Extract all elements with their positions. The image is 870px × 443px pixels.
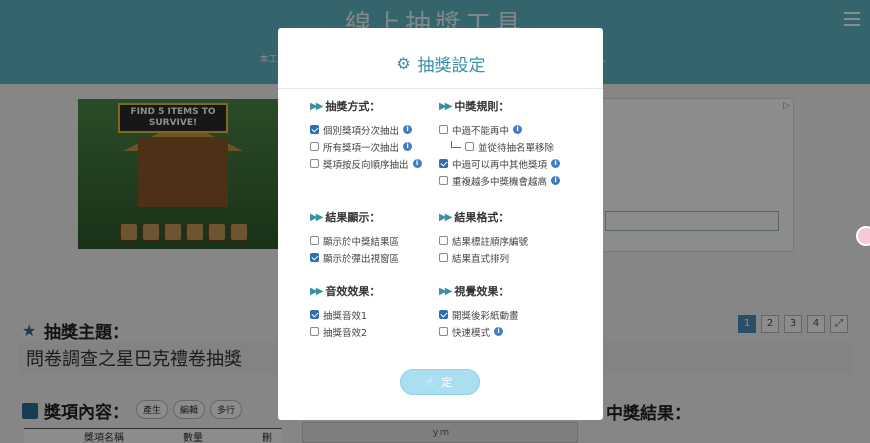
divider [278,88,603,89]
info-icon[interactable]: i [403,125,413,134]
checkbox[interactable] [310,236,319,245]
section-title: 音效效果： [325,285,381,298]
option-show-in-popup[interactable]: 顯示於彈出視窗區 [310,249,399,266]
section-title: 結果格式： [454,211,510,224]
section-title: 抽獎方式： [325,100,381,113]
result-format-section: ▶▶ 結果格式： 結果標註順序編號 結果直式排列 [439,209,528,266]
info-icon[interactable]: i [513,125,523,134]
checkbox[interactable] [439,159,448,168]
checkbox[interactable] [465,142,474,151]
double-arrow-icon: ▶▶ [439,285,452,297]
section-title: 視覺效果： [454,285,510,298]
option-label: 快速模式 [452,327,491,339]
gear-icon: ⚙ [396,53,411,73]
visual-section: ▶▶ 視覺效果： 開獎後彩紙動畫 快速模式 i [439,283,519,340]
double-arrow-icon: ▶▶ [439,211,452,223]
info-icon[interactable]: i [494,327,504,336]
option-win-other-prizes[interactable]: 中過可以再中其他獎項 i [439,155,561,172]
checkbox[interactable] [439,176,448,185]
option-vertical-results[interactable]: 結果直式排列 [439,249,528,266]
option-label: 重複越多中獎機會越高 [452,176,548,188]
option-label: 並從待抽名單移除 [478,142,555,154]
option-label: 結果直式排列 [452,253,510,265]
option-label: 個別獎項分次抽出 [323,125,400,137]
checkbox[interactable] [310,327,319,336]
checkbox[interactable] [310,253,319,262]
double-arrow-icon: ▶▶ [310,285,323,297]
option-confetti[interactable]: 開獎後彩紙動畫 [439,306,519,323]
floating-avatar[interactable] [856,226,870,246]
checkbox[interactable] [439,253,448,262]
option-number-results[interactable]: 結果標註順序編號 [439,232,528,249]
option-label: 顯示於中獎結果區 [323,236,400,248]
option-label: 顯示於彈出視窗區 [323,253,400,265]
option-sound-1[interactable]: 抽獎音效1 [310,306,380,323]
section-title: 中獎規則： [454,100,510,113]
option-sound-2[interactable]: 抽獎音效2 [310,323,380,340]
option-label: 中過不能再中 [452,125,510,137]
checkbox[interactable] [310,125,319,134]
result-display-section: ▶▶ 結果顯示： 顯示於中獎結果區 顯示於彈出視窗區 [310,209,399,266]
section-title: 結果顯示： [325,211,381,224]
option-remove-from-list[interactable]: 並從待抽名單移除 [439,138,560,155]
double-arrow-icon: ▶▶ [310,211,323,223]
modal-title-text: 抽獎設定 [417,56,486,76]
checkbox[interactable] [439,236,448,245]
sound-section: ▶▶ 音效效果： 抽獎音效1 抽獎音效2 [310,283,380,340]
option-label: 抽獎音效2 [323,327,368,339]
option-label: 中過可以再中其他獎項 [452,159,548,171]
option-label: 所有獎項一次抽出 [323,142,400,154]
option-label: 獎項按反向順序抽出 [323,159,409,171]
modal-title: ⚙ 抽獎設定 [278,51,603,76]
info-icon[interactable]: i [551,159,561,168]
option-all-at-once[interactable]: 所有獎項一次抽出 i [310,138,422,155]
option-label: 抽獎音效1 [323,310,368,322]
option-reverse-order[interactable]: 獎項按反向順序抽出 i [310,155,422,172]
checkbox[interactable] [310,310,319,319]
option-label: 開獎後彩紙動畫 [452,310,519,322]
info-icon[interactable]: i [551,176,561,185]
option-fast-mode[interactable]: 快速模式 i [439,323,519,340]
settings-modal: ⚙ 抽獎設定 ▶▶ 抽獎方式： 個別獎項分次抽出 i 所有獎項一次抽出 i 獎項按反向… [278,28,603,420]
confirm-button[interactable]: 定 [400,369,480,395]
option-no-repeat-win[interactable]: 中過不能再中 i [439,121,560,138]
double-arrow-icon: ▶▶ [310,100,323,112]
double-arrow-icon: ▶▶ [439,100,452,112]
info-icon[interactable]: i [403,142,413,151]
option-label: 結果標註順序編號 [452,236,529,248]
checkbox[interactable] [439,125,448,134]
option-weighted-chance[interactable]: 重複越多中獎機會越高 i [439,172,561,189]
option-show-in-results[interactable]: 顯示於中獎結果區 [310,232,399,249]
checkbox[interactable] [439,327,448,336]
hand-cursor-icon: ☝ [426,375,434,389]
info-icon[interactable]: i [412,159,422,168]
checkbox[interactable] [439,310,448,319]
win-rules-section: ▶▶ 中獎規則： 中過不能再中 i 並從待抽名單移除 中過可以再中其他獎項 i 重複越… [439,98,561,189]
checkbox[interactable] [310,142,319,151]
option-individual-draw[interactable]: 個別獎項分次抽出 i [310,121,422,138]
checkbox[interactable] [310,159,319,168]
draw-method-section: ▶▶ 抽獎方式： 個別獎項分次抽出 i 所有獎項一次抽出 i 獎項按反向順序抽出 i [310,98,422,172]
